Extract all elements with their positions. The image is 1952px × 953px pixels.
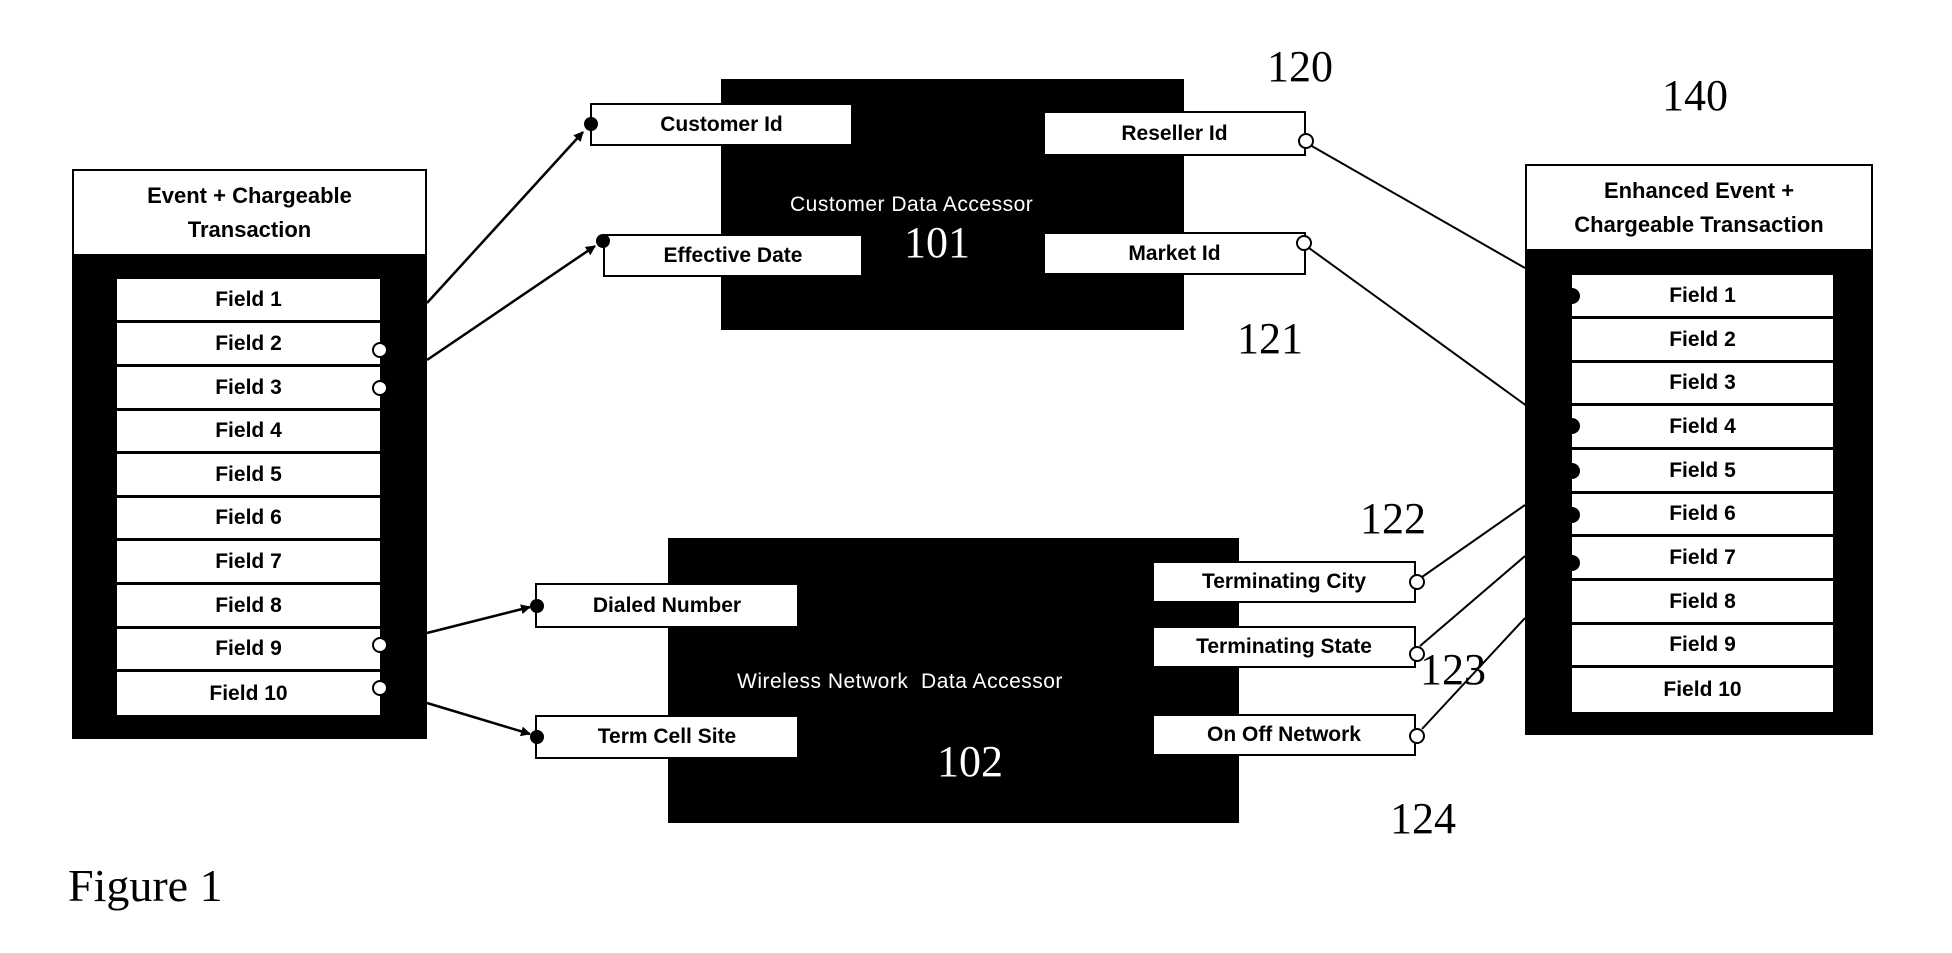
dialed-number-port[interactable]: Dialed Number	[535, 583, 799, 628]
field-label: Field 10	[1663, 678, 1742, 701]
enhanced-field-4[interactable]: Field 4	[1572, 406, 1833, 450]
source-field-4[interactable]: Field 4	[117, 411, 380, 454]
enhanced-field-10[interactable]: Field 10	[1572, 668, 1833, 712]
ref-140: 140	[1662, 71, 1728, 120]
field-label: Field 7	[1669, 545, 1736, 569]
source-field-5[interactable]: Field 5	[117, 454, 380, 498]
customer-id-port[interactable]: Customer Id	[590, 103, 853, 146]
effective-date-port[interactable]: Effective Date	[603, 234, 863, 277]
field-label: Field 8	[1669, 589, 1736, 613]
port-label: Term Cell Site	[597, 725, 737, 748]
field-label: Field 1	[1669, 283, 1736, 307]
ref-120: 120	[1267, 42, 1333, 91]
enhanced-record-title-line1: Enhanced Event +	[1603, 177, 1795, 203]
connector-market-id-field4	[1308, 247, 1554, 426]
terminating-state-port[interactable]: Terminating State	[1152, 626, 1416, 668]
source-field-6[interactable]: Field 6	[117, 498, 380, 541]
source-field-9[interactable]: Field 9	[117, 629, 380, 672]
enhanced-field-3[interactable]: Field 3	[1572, 363, 1833, 406]
connector-reseller-id-field1	[1309, 144, 1526, 269]
field-label: Field 3	[1669, 371, 1736, 394]
enhanced-field-2[interactable]: Field 2	[1572, 319, 1833, 363]
enhanced-field-9[interactable]: Field 9	[1572, 625, 1833, 668]
ref-122: 122	[1360, 494, 1426, 543]
field-label: Field 6	[215, 506, 282, 529]
enhanced-field-6[interactable]: Field 6	[1572, 494, 1833, 537]
port-label: Dialed Number	[592, 593, 742, 617]
ref-124: 124	[1390, 794, 1456, 843]
connector-field2-customer-id	[426, 131, 584, 304]
enhanced-field-1[interactable]: Field 1	[1572, 275, 1833, 319]
port-label: On Off Network	[1206, 723, 1361, 746]
enhanced-record-title-line2: Chargeable Transaction	[1574, 211, 1824, 237]
enhanced-field-8[interactable]: Field 8	[1572, 581, 1833, 625]
field-label: Field 3	[215, 375, 282, 399]
on-off-network-port[interactable]: On Off Network	[1152, 714, 1416, 756]
figure-caption: Figure 1	[68, 860, 223, 911]
connector-field3-effective-date	[426, 244, 596, 362]
field-label: Field 10	[209, 681, 288, 705]
field-label: Field 9	[1669, 633, 1736, 656]
port-label: Terminating State	[1196, 635, 1372, 658]
field-label: Field 4	[215, 419, 282, 442]
field-label: Field 5	[1669, 458, 1736, 482]
enhanced-field-7[interactable]: Field 7	[1572, 537, 1833, 581]
port-label: Customer Id	[660, 112, 783, 136]
source-record-title-line1: Event + Chargeable	[147, 182, 352, 208]
enhanced-field-5[interactable]: Field 5	[1572, 450, 1833, 494]
field-label: Field 9	[215, 637, 282, 660]
connector-terminating-city-field5	[1421, 504, 1526, 578]
source-field-3[interactable]: Field 3	[117, 367, 380, 411]
port-label: Effective Date	[663, 243, 803, 267]
field-label: Field 5	[215, 462, 282, 486]
field-label: Field 6	[1669, 502, 1736, 525]
port-label: Reseller Id	[1121, 121, 1228, 145]
connector-field10-term-cell-site	[426, 701, 531, 737]
port-label: Terminating City	[1201, 570, 1367, 593]
market-id-port[interactable]: Market Id	[1043, 232, 1306, 275]
port-label: Market Id	[1128, 241, 1221, 265]
source-record-title-line2: Transaction	[187, 216, 312, 242]
field-label: Field 2	[215, 331, 282, 355]
ref-121: 121	[1237, 314, 1303, 363]
source-record-header: Event + Chargeable Transaction	[72, 169, 427, 256]
field-label: Field 4	[1669, 414, 1736, 438]
source-field-1[interactable]: Field 1	[117, 279, 380, 323]
source-field-10[interactable]: Field 10	[117, 672, 380, 715]
term-cell-site-port[interactable]: Term Cell Site	[535, 715, 799, 759]
terminating-city-port[interactable]: Terminating City	[1152, 561, 1416, 603]
source-field-7[interactable]: Field 7	[117, 541, 380, 585]
customer-accessor-ref: 101	[904, 218, 970, 267]
customer-data-accessor-title: Customer Data Accessor	[790, 193, 1034, 216]
connector-terminating-state-field6	[1419, 555, 1526, 647]
field-label: Field 2	[1669, 327, 1736, 351]
ref-123: 123	[1420, 645, 1486, 694]
network-accessor-ref: 102	[937, 737, 1003, 786]
field-label: Field 8	[215, 593, 282, 617]
enhanced-record-header: Enhanced Event + Chargeable Transaction	[1525, 164, 1873, 251]
reseller-id-port[interactable]: Reseller Id	[1043, 111, 1306, 156]
field-label: Field 7	[215, 549, 282, 573]
source-field-2[interactable]: Field 2	[117, 323, 380, 367]
connector-field9-dialed-number	[426, 604, 531, 635]
source-field-8[interactable]: Field 8	[117, 585, 380, 629]
network-data-accessor-title: Wireless Network Data Accessor	[737, 670, 1063, 693]
field-label: Field 1	[215, 287, 282, 311]
